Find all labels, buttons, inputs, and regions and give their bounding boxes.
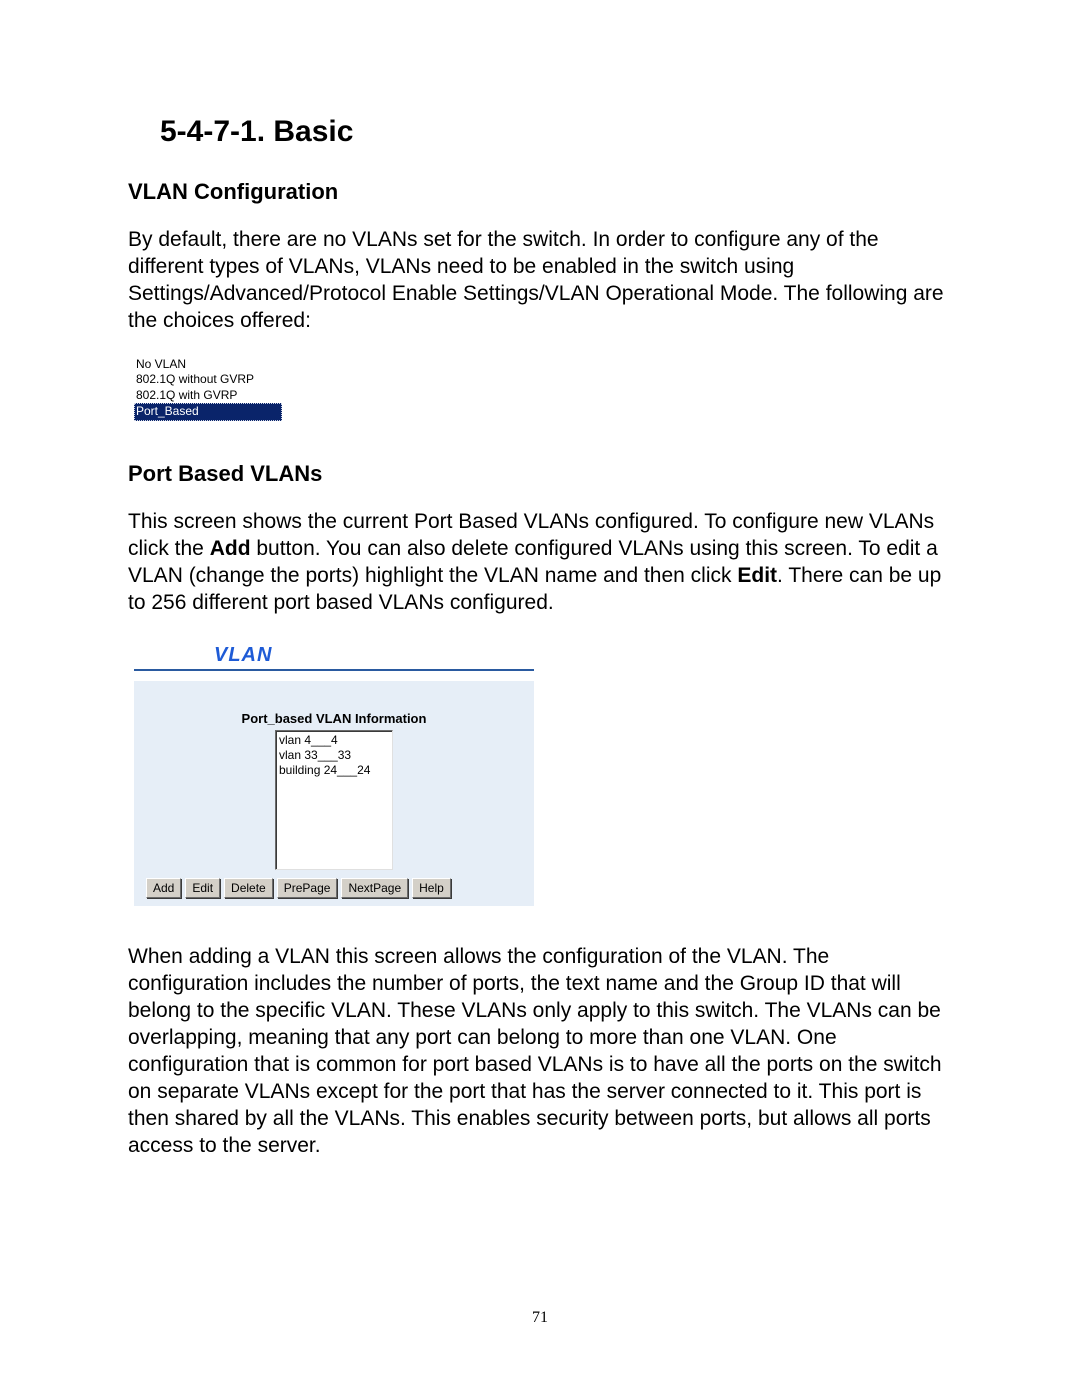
page-number: 71	[0, 1309, 1080, 1327]
vlan-mode-options: No VLAN 802.1Q without GVRP 802.1Q with …	[134, 357, 282, 421]
panel-title: Port_based VLAN Information	[144, 711, 524, 726]
vlan-listbox[interactable]: vlan 4___4 vlan 33___33 building 24___24	[275, 730, 393, 870]
list-item[interactable]: vlan 4___4	[279, 733, 389, 748]
vlan-gui-screenshot: VLAN Port_based VLAN Information vlan 4_…	[134, 644, 534, 906]
option-no-vlan[interactable]: No VLAN	[134, 357, 282, 373]
page: 5-4-7-1. Basic VLAN Configuration By def…	[0, 0, 1080, 1397]
para-intro: By default, there are no VLANs set for t…	[128, 227, 950, 335]
prepage-button[interactable]: PrePage	[277, 878, 338, 898]
delete-button[interactable]: Delete	[224, 878, 273, 898]
para-adding-vlan: When adding a VLAN this screen allows th…	[128, 944, 950, 1159]
option-port-based[interactable]: Port_Based	[134, 403, 282, 421]
add-button[interactable]: Add	[146, 878, 181, 898]
subheading-port-based: Port Based VLANs	[128, 461, 950, 487]
bold-edit: Edit	[737, 564, 777, 587]
option-8021q-gvrp[interactable]: 802.1Q with GVRP	[134, 388, 282, 404]
subheading-vlan-config: VLAN Configuration	[128, 179, 950, 205]
gui-title: VLAN	[214, 644, 272, 669]
option-8021q-no-gvrp[interactable]: 802.1Q without GVRP	[134, 372, 282, 388]
button-row: Add Edit Delete PrePage NextPage Help	[144, 878, 524, 898]
bold-add: Add	[210, 537, 251, 560]
list-item[interactable]: vlan 33___33	[279, 748, 389, 763]
gui-titlebar: VLAN	[134, 644, 534, 671]
nextpage-button[interactable]: NextPage	[341, 878, 408, 898]
para-port-based: This screen shows the current Port Based…	[128, 509, 950, 617]
list-item[interactable]: building 24___24	[279, 763, 389, 778]
section-title: 5-4-7-1. Basic	[160, 115, 950, 149]
help-button[interactable]: Help	[412, 878, 451, 898]
gui-panel: Port_based VLAN Information vlan 4___4 v…	[134, 681, 534, 906]
edit-button[interactable]: Edit	[185, 878, 220, 898]
